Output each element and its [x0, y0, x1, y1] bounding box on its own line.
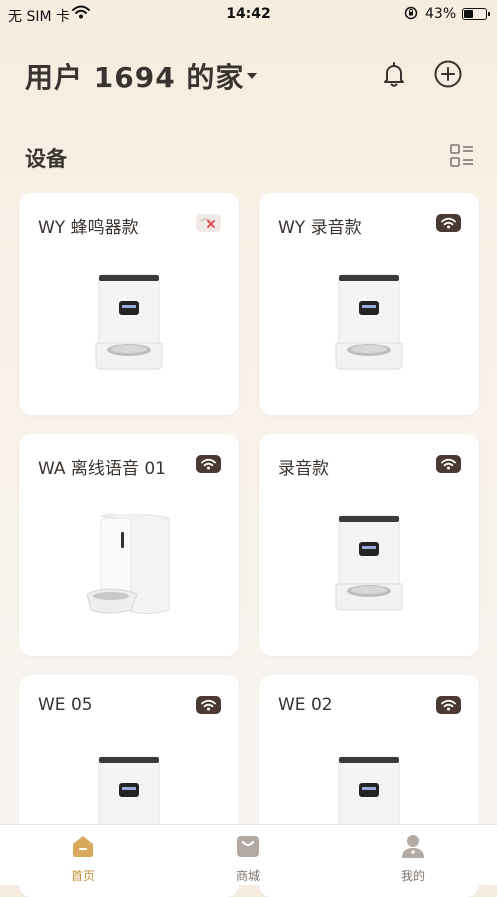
- wifi-online-icon: [436, 455, 461, 473]
- pet-feeder-image: [259, 273, 479, 383]
- notification-bell-icon[interactable]: [379, 59, 409, 89]
- bottom-tab-bar: 首页 商城 我的: [0, 824, 497, 885]
- tab-profile[interactable]: 我的: [353, 825, 473, 885]
- status-bar: 无 SIM 卡 14:42 43%: [0, 0, 497, 28]
- tab-shop[interactable]: 商城: [188, 825, 308, 885]
- rotation-lock-icon: [404, 6, 418, 24]
- device-card[interactable]: 录音款: [259, 434, 479, 656]
- device-name: WE 05: [38, 695, 93, 715]
- tab-home[interactable]: 首页: [23, 825, 143, 885]
- home-dropdown-caret-icon[interactable]: [247, 73, 257, 79]
- pet-feeder-image: [259, 514, 479, 624]
- status-time: 14:42: [226, 6, 271, 22]
- pet-feeder-image: [19, 273, 239, 383]
- device-name: WY 蜂鸣器款: [38, 218, 139, 238]
- wifi-offline-icon: [196, 214, 221, 232]
- wifi-online-icon: [436, 696, 461, 714]
- wifi-online-icon: [196, 455, 221, 473]
- profile-icon: [400, 833, 426, 859]
- battery-percent: 43%: [425, 6, 457, 22]
- device-card[interactable]: WY 录音款: [259, 193, 479, 415]
- add-device-button[interactable]: [433, 59, 463, 89]
- device-name: WA 离线语音 01: [38, 459, 166, 479]
- tab-shop-label: 商城: [235, 869, 260, 883]
- device-name: 录音款: [278, 459, 329, 479]
- wifi-online-icon: [436, 214, 461, 232]
- device-name: WY 录音款: [278, 218, 362, 238]
- wifi-online-icon: [196, 696, 221, 714]
- battery-icon: [462, 8, 490, 20]
- devices-section-title: 设备: [25, 147, 67, 171]
- device-name: WE 02: [278, 695, 333, 715]
- tab-profile-label: 我的: [400, 869, 425, 883]
- tab-home-label: 首页: [70, 869, 95, 883]
- home-icon: [70, 833, 96, 859]
- device-card[interactable]: WY 蜂鸣器款: [19, 193, 239, 415]
- device-card[interactable]: WA 离线语音 01: [19, 434, 239, 656]
- pet-feeder-image: [19, 512, 239, 624]
- list-view-toggle-icon[interactable]: [449, 143, 475, 169]
- shop-bag-icon: [235, 833, 261, 859]
- home-name-title[interactable]: 用户 1694 的家: [25, 56, 244, 96]
